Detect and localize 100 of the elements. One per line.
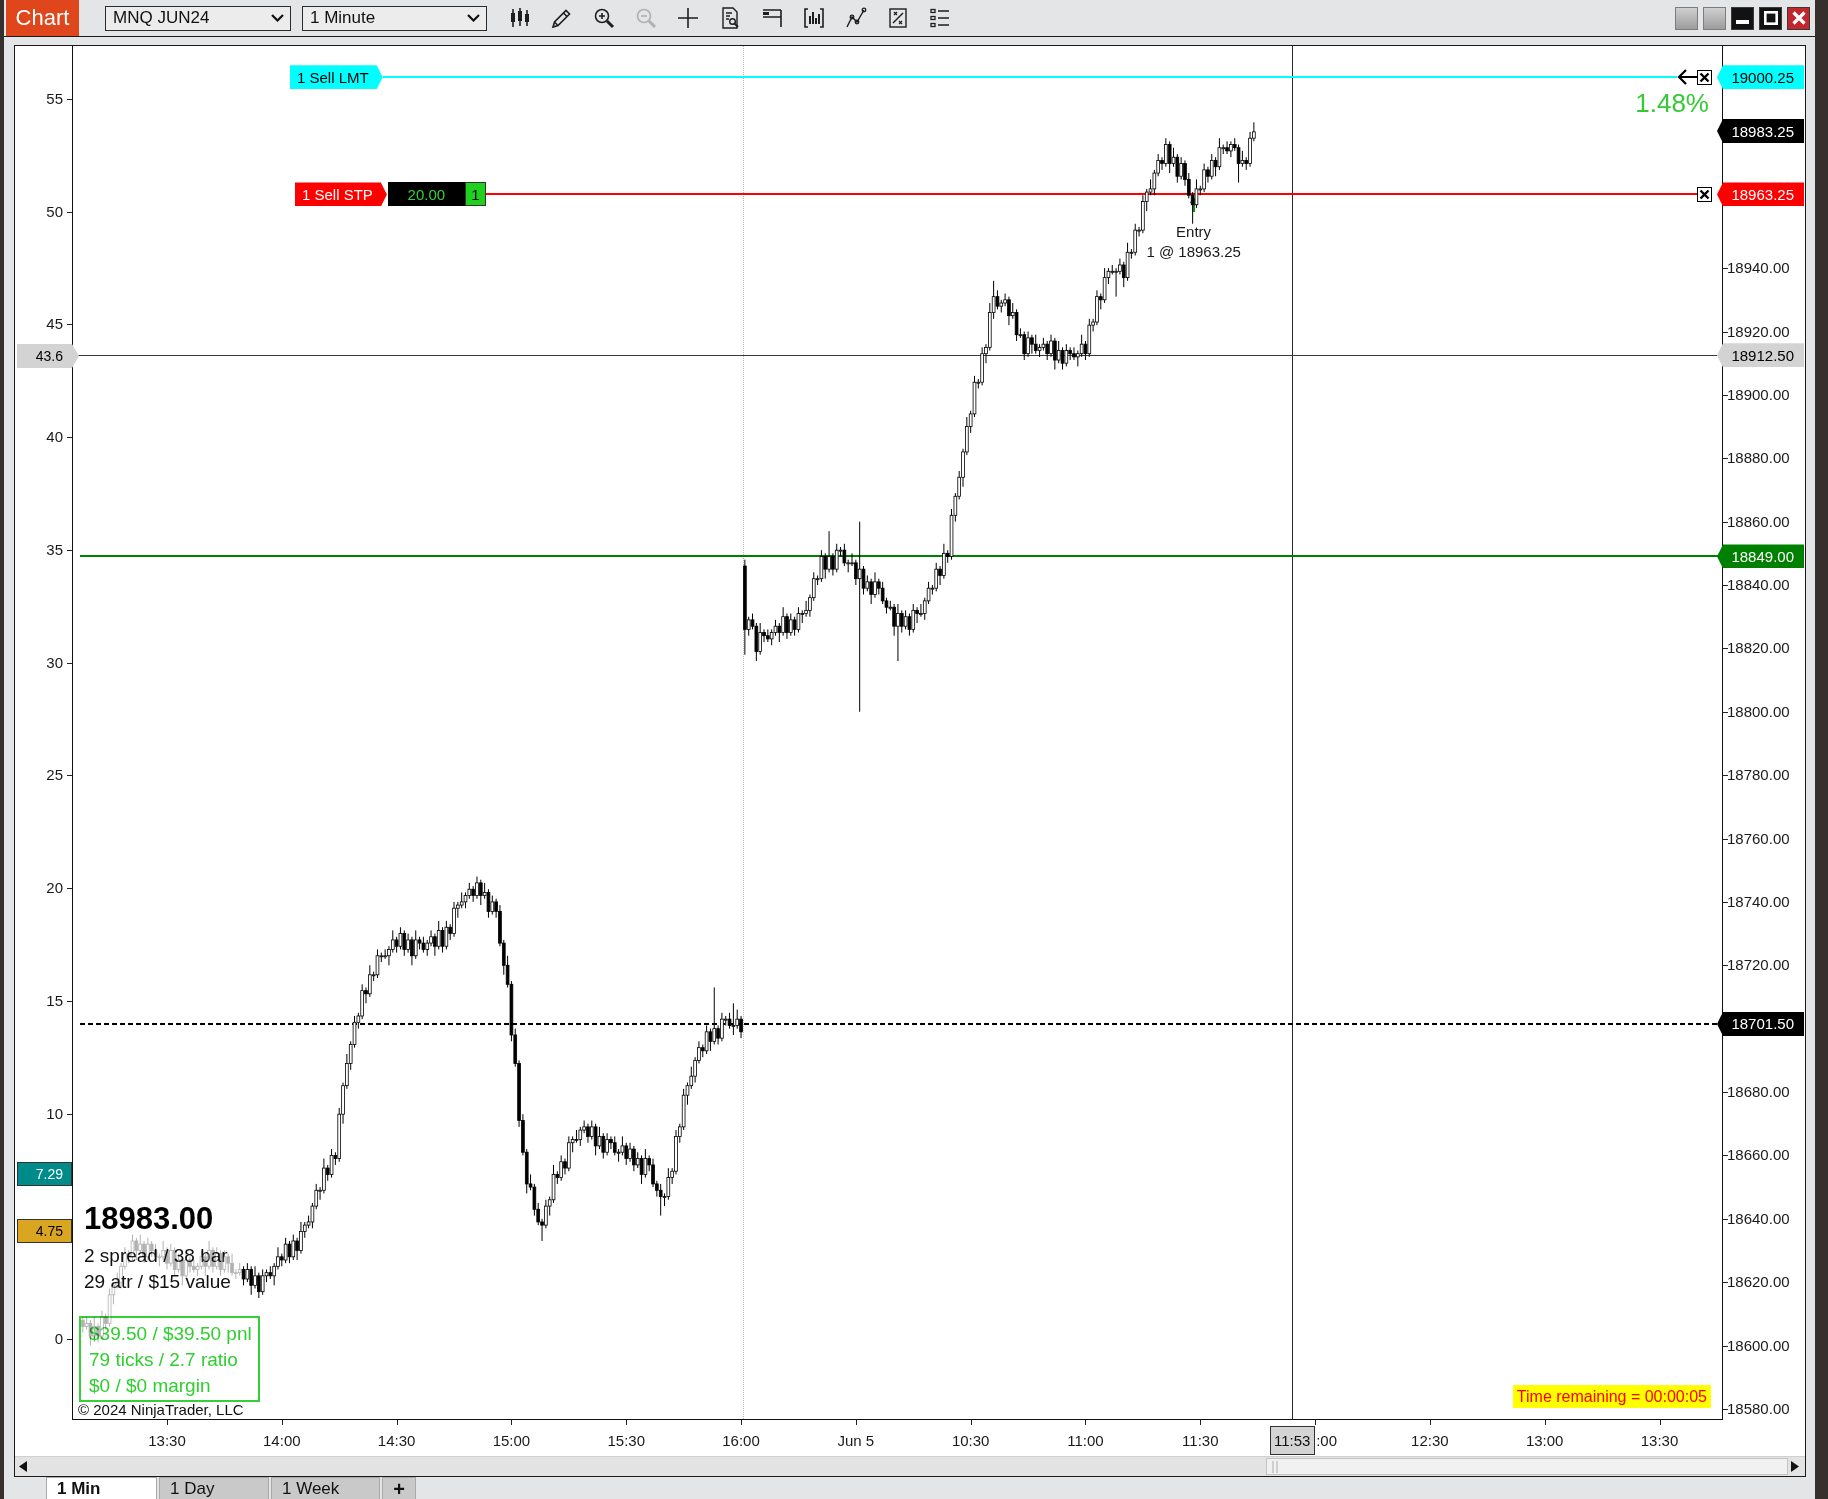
line-chart-icon[interactable] — [844, 6, 868, 30]
candlestick — [291, 1234, 296, 1261]
close-button[interactable] — [1787, 6, 1810, 30]
info-text: 2 spread / 38 bar — [84, 1244, 229, 1268]
candlestick — [834, 543, 839, 573]
candlestick — [708, 1028, 713, 1052]
candlestick — [704, 1024, 709, 1055]
order-line[interactable] — [485, 193, 1697, 196]
candlestick — [899, 609, 904, 634]
candlestick — [1209, 153, 1214, 180]
axis-label: 18920.00 — [1727, 322, 1790, 341]
candlestick — [720, 1012, 724, 1042]
window-button[interactable] — [1703, 6, 1726, 30]
time-label: 16:00 — [722, 1432, 760, 1450]
axis-label: 40 — [46, 428, 63, 447]
candlestick — [785, 613, 789, 640]
value-tag: 4.75 — [17, 1219, 72, 1243]
candlestick — [1049, 334, 1053, 358]
bar-chart-icon[interactable] — [802, 6, 826, 30]
axis-label: 18740.00 — [1727, 892, 1790, 911]
crosshair-icon[interactable] — [676, 6, 700, 30]
candlestick — [911, 603, 916, 634]
cursor-time-label: 11:53 — [1269, 1426, 1315, 1455]
minimize-button[interactable] — [1731, 6, 1754, 30]
candlestick — [792, 616, 797, 637]
chevron-down-icon — [467, 14, 480, 22]
candlestick — [628, 1142, 632, 1163]
axis-label: 18820.00 — [1727, 639, 1790, 658]
distance-readout: 20.00 — [387, 182, 465, 207]
caret-left-icon[interactable] — [19, 1461, 27, 1472]
candlestick — [632, 1145, 636, 1172]
timeframe-tab[interactable]: 1 Day — [159, 1477, 269, 1499]
arrow-left-icon[interactable] — [1677, 69, 1697, 86]
candlestick — [410, 936, 414, 966]
candlestick — [907, 613, 912, 637]
list-icon[interactable] — [928, 6, 952, 30]
close-icon — [1791, 11, 1806, 25]
axis-label: 20 — [46, 879, 63, 898]
candlestick — [597, 1126, 602, 1150]
candlestick — [440, 926, 445, 954]
zoom-in-icon[interactable] — [592, 6, 616, 30]
quantity-badge[interactable]: 1 — [464, 182, 486, 207]
axis-label: 18720.00 — [1727, 956, 1790, 975]
pnl-text: $39.50 / $39.50 pnl — [89, 1322, 252, 1346]
add-tab-button[interactable]: + — [382, 1477, 416, 1499]
candlestick — [245, 1262, 250, 1283]
table-rows-icon[interactable] — [760, 6, 784, 30]
time-label: Jun 5 — [837, 1432, 875, 1450]
order-label[interactable]: 1 Sell LMT — [290, 65, 383, 90]
close-icon[interactable] — [1697, 186, 1712, 202]
price-tag: 18912.50 — [1717, 343, 1804, 368]
axis-label: 18880.00 — [1727, 449, 1790, 468]
candlestick — [831, 552, 835, 577]
candlestick — [995, 289, 1000, 310]
candlestick — [1229, 140, 1233, 158]
chevron-down-icon — [271, 14, 284, 22]
candlestick — [1056, 340, 1061, 364]
instrument-dropdown[interactable]: MNQ JUN24 — [105, 5, 291, 31]
axis-label: 18940.00 — [1727, 259, 1790, 278]
axis-label: 18680.00 — [1727, 1083, 1790, 1101]
axis-label: 18900.00 — [1727, 385, 1790, 404]
candlestick — [639, 1154, 644, 1185]
scrollbar-thumb[interactable] — [1266, 1458, 1788, 1475]
axis-label: 18780.00 — [1727, 766, 1790, 785]
window-title: Chart — [6, 0, 79, 36]
candlestick — [605, 1132, 609, 1156]
candlestick-icon[interactable] — [508, 6, 532, 30]
candlestick — [287, 1240, 292, 1264]
info-text: 29 atr / $15 value — [84, 1270, 231, 1294]
time-label: 12:30 — [1411, 1432, 1449, 1450]
axis-label: 10 — [46, 1104, 63, 1123]
percent-readout: 1.48% — [1635, 88, 1709, 118]
value-tag: 43.6 — [17, 344, 79, 368]
candlestick — [490, 895, 495, 916]
interval-dropdown[interactable]: 1 Minute — [302, 5, 487, 31]
maximize-icon — [1763, 11, 1778, 25]
candlestick — [1133, 223, 1138, 256]
candlestick — [1072, 346, 1076, 361]
candlestick — [475, 876, 479, 900]
candlestick — [559, 1154, 563, 1182]
candlestick — [241, 1265, 246, 1286]
candlestick — [1167, 140, 1172, 174]
caret-right-icon[interactable] — [1791, 1461, 1799, 1472]
close-icon[interactable] — [1697, 69, 1712, 85]
window-button[interactable] — [1675, 6, 1698, 30]
pnl-text: 79 ticks / 2.7 ratio — [89, 1348, 239, 1372]
timeframe-tab[interactable]: 1 Week — [271, 1477, 380, 1499]
candlestick — [433, 933, 437, 957]
price-tag: 18849.00 — [1717, 544, 1804, 569]
chart-square-icon[interactable] — [886, 6, 910, 30]
price-tag: 18983.25 — [1717, 119, 1804, 144]
axis-label: 18860.00 — [1727, 512, 1790, 531]
maximize-button[interactable] — [1759, 6, 1782, 30]
order-label[interactable]: 1 Sell STP — [295, 182, 387, 207]
scrollbar-track[interactable] — [15, 1456, 1805, 1476]
candlestick — [1007, 296, 1011, 326]
time-label: 11:30 — [1182, 1432, 1219, 1450]
candlestick — [253, 1265, 257, 1289]
timeframe-tab[interactable]: 1 Min — [46, 1477, 157, 1499]
candlestick — [1225, 140, 1229, 155]
